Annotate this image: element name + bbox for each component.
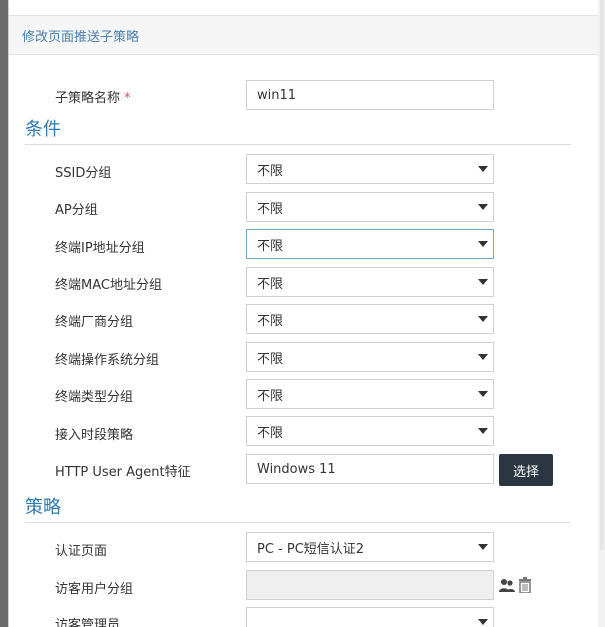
chevron-down-icon xyxy=(478,316,488,322)
dialog-title: 修改页面推送子策略 xyxy=(22,29,140,45)
terminal-type-group-select[interactable]: 不限 xyxy=(246,379,494,409)
chevron-down-icon xyxy=(478,241,488,247)
ap-group-label: AP分组 xyxy=(55,203,98,218)
guest-user-group-input xyxy=(246,570,494,600)
required-mark: * xyxy=(124,91,131,106)
guest-user-group-label: 访客用户分组 xyxy=(55,582,134,597)
auth-page-select[interactable]: PC - PC短信认证2 xyxy=(246,532,494,562)
users-icon[interactable] xyxy=(499,577,515,597)
user-agent-input[interactable]: Windows 11 xyxy=(246,454,494,484)
terminal-mac-group-select[interactable]: 不限 xyxy=(246,267,494,297)
chevron-down-icon xyxy=(478,354,488,360)
scrollbar-thumb[interactable] xyxy=(600,0,604,550)
chevron-down-icon xyxy=(478,166,488,172)
terminal-vendor-group-label: 终端厂商分组 xyxy=(55,315,134,330)
ap-group-select[interactable]: 不限 xyxy=(246,192,494,222)
conditions-divider xyxy=(25,144,571,145)
subpolicy-name-label: 子策略名称 * xyxy=(55,91,131,106)
terminal-os-group-label: 终端操作系统分组 xyxy=(55,353,160,368)
terminal-ip-group-label: 终端IP地址分组 xyxy=(55,241,145,256)
subpolicy-name-input[interactable]: win11 xyxy=(246,80,494,110)
ssid-group-label: SSID分组 xyxy=(55,166,112,181)
access-time-policy-label: 接入时段策略 xyxy=(55,428,134,443)
terminal-os-group-select[interactable]: 不限 xyxy=(246,342,494,372)
ssid-group-select[interactable]: 不限 xyxy=(246,154,494,184)
guest-admin-select[interactable] xyxy=(246,607,494,627)
chevron-down-icon xyxy=(478,428,488,434)
scrollbar[interactable] xyxy=(598,0,605,627)
chevron-down-icon xyxy=(478,279,488,285)
dialog-header: 修改页面推送子策略 xyxy=(9,15,599,55)
guest-group-actions xyxy=(499,577,532,597)
access-time-policy-select[interactable]: 不限 xyxy=(246,416,494,446)
terminal-ip-group-select[interactable]: 不限 xyxy=(246,229,494,259)
terminal-mac-group-label: 终端MAC地址分组 xyxy=(55,278,162,293)
chevron-down-icon xyxy=(478,544,488,550)
policy-section-title: 策略 xyxy=(25,497,61,518)
conditions-section-title: 条件 xyxy=(25,119,61,140)
trash-icon[interactable] xyxy=(518,577,532,597)
user-agent-label: HTTP User Agent特征 xyxy=(55,465,191,480)
auth-page-label: 认证页面 xyxy=(55,544,108,559)
terminal-type-group-label: 终端类型分组 xyxy=(55,390,134,405)
chevron-down-icon xyxy=(478,204,488,210)
policy-divider xyxy=(25,522,571,523)
guest-admin-label: 访客管理员 xyxy=(55,618,121,627)
chevron-down-icon xyxy=(478,619,488,625)
select-user-agent-button[interactable]: 选择 xyxy=(499,454,553,486)
edit-subpolicy-dialog: 修改页面推送子策略 子策略名称 * win11 条件 SSID分组 不限 AP分组… xyxy=(8,0,600,627)
chevron-down-icon xyxy=(478,391,488,397)
terminal-vendor-group-select[interactable]: 不限 xyxy=(246,304,494,334)
